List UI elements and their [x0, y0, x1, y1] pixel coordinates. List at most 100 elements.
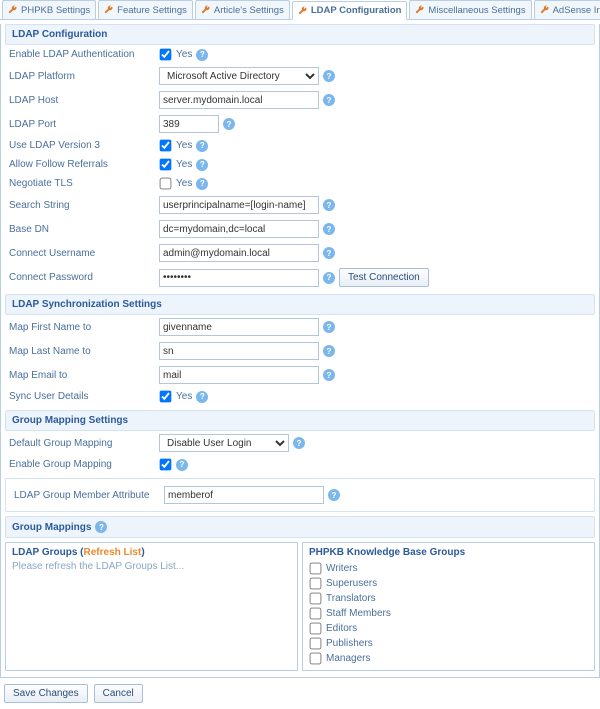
input-map-first[interactable]	[159, 318, 319, 336]
checkbox-v3[interactable]	[160, 140, 172, 152]
panel-ldap: LDAP Configuration Enable LDAP Authentic…	[0, 24, 600, 678]
label-port: LDAP Port	[9, 119, 159, 130]
kb-group-label: Writers	[326, 563, 357, 574]
kb-group-row: Managers	[309, 651, 588, 666]
label-member-attr: LDAP Group Member Attribute	[14, 490, 164, 501]
help-icon[interactable]	[328, 489, 340, 501]
help-icon[interactable]	[95, 521, 107, 533]
kb-group-checkbox[interactable]	[310, 623, 322, 635]
kb-group-row: Staff Members	[309, 606, 588, 621]
kb-group-checkbox[interactable]	[310, 563, 322, 575]
kb-groups-header: PHPKB Knowledge Base Groups	[309, 547, 588, 558]
label-enable-group: Enable Group Mapping	[9, 459, 159, 470]
test-connection-button[interactable]: Test Connection	[339, 268, 429, 287]
help-icon[interactable]	[323, 369, 335, 381]
input-basedn[interactable]	[159, 220, 319, 238]
help-icon[interactable]	[323, 223, 335, 235]
kb-group-label: Translators	[326, 593, 376, 604]
refresh-list-link[interactable]: Refresh List	[84, 547, 142, 558]
kb-groups-box: PHPKB Knowledge Base Groups Writers Super…	[302, 542, 595, 671]
checkbox-enable-group[interactable]	[160, 459, 172, 471]
wrench-icon	[201, 5, 211, 15]
label-map-email: Map Email to	[9, 370, 159, 381]
section-mappings: Group Mappings	[5, 516, 595, 538]
tab-0[interactable]: PHPKB Settings	[2, 0, 96, 19]
label-follow: Allow Follow Referrals	[9, 159, 159, 170]
label-conn-pass: Connect Password	[9, 272, 159, 283]
help-icon[interactable]	[323, 272, 335, 284]
wrench-icon	[8, 5, 18, 15]
label-map-last: Map Last Name to	[9, 346, 159, 357]
section-ldap-config: LDAP Configuration	[5, 24, 595, 45]
kb-group-label: Staff Members	[326, 608, 391, 619]
save-button[interactable]: Save Changes	[4, 684, 88, 703]
kb-group-label: Publishers	[326, 638, 373, 649]
label-default-group: Default Group Mapping	[9, 438, 159, 449]
kb-group-label: Editors	[326, 623, 357, 634]
cancel-button[interactable]: Cancel	[94, 684, 143, 703]
input-map-email[interactable]	[159, 366, 319, 384]
input-map-last[interactable]	[159, 342, 319, 360]
tab-2[interactable]: Article's Settings	[195, 0, 290, 19]
checkbox-follow[interactable]	[160, 159, 172, 171]
kb-group-checkbox[interactable]	[310, 608, 322, 620]
label-v3: Use LDAP Version 3	[9, 140, 159, 151]
section-groupmap: Group Mapping Settings	[5, 410, 595, 431]
kb-group-row: Translators	[309, 591, 588, 606]
help-icon[interactable]	[323, 70, 335, 82]
tab-1[interactable]: Feature Settings	[98, 0, 193, 19]
help-icon[interactable]	[176, 459, 188, 471]
input-conn-pass[interactable]	[159, 269, 319, 287]
kb-group-checkbox[interactable]	[310, 593, 322, 605]
help-icon[interactable]	[323, 321, 335, 333]
kb-group-row: Publishers	[309, 636, 588, 651]
label-basedn: Base DN	[9, 224, 159, 235]
help-icon[interactable]	[223, 118, 235, 130]
input-member-attr[interactable]	[164, 486, 324, 504]
kb-group-row: Writers	[309, 561, 588, 576]
label-host: LDAP Host	[9, 95, 159, 106]
label-enable-auth: Enable LDAP Authentication	[9, 49, 159, 60]
help-icon[interactable]	[323, 247, 335, 259]
tab-4[interactable]: Miscellaneous Settings	[409, 0, 531, 19]
input-port[interactable]	[159, 115, 219, 133]
input-host[interactable]	[159, 91, 319, 109]
help-icon[interactable]	[323, 94, 335, 106]
kb-group-checkbox[interactable]	[310, 653, 322, 665]
help-icon[interactable]	[323, 345, 335, 357]
wrench-icon	[104, 5, 114, 15]
wrench-icon	[298, 6, 308, 16]
help-icon[interactable]	[196, 49, 208, 61]
kb-group-label: Superusers	[326, 578, 377, 589]
kb-group-row: Superusers	[309, 576, 588, 591]
checkbox-sync-details[interactable]	[160, 391, 172, 403]
ldap-groups-placeholder: Please refresh the LDAP Groups List...	[12, 561, 291, 572]
footer: Save Changes Cancel	[0, 678, 600, 709]
help-icon[interactable]	[196, 140, 208, 152]
input-search[interactable]	[159, 196, 319, 214]
tab-3[interactable]: LDAP Configuration	[292, 1, 408, 20]
help-icon[interactable]	[293, 437, 305, 449]
checkbox-enable-auth[interactable]	[160, 49, 172, 61]
label-search: Search String	[9, 200, 159, 211]
input-conn-user[interactable]	[159, 244, 319, 262]
label-map-first: Map First Name to	[9, 322, 159, 333]
help-icon[interactable]	[323, 199, 335, 211]
select-platform[interactable]: Microsoft Active Directory	[159, 67, 319, 85]
kb-group-checkbox[interactable]	[310, 578, 322, 590]
section-sync: LDAP Synchronization Settings	[5, 294, 595, 315]
label-sync-details: Sync User Details	[9, 391, 159, 402]
text-yes: Yes	[176, 49, 192, 60]
label-platform: LDAP Platform	[9, 71, 159, 82]
checkbox-tls[interactable]	[160, 178, 172, 190]
select-default-group[interactable]: Disable User Login	[159, 434, 289, 452]
tab-bar: PHPKB SettingsFeature SettingsArticle's …	[0, 0, 600, 20]
kb-group-checkbox[interactable]	[310, 638, 322, 650]
help-icon[interactable]	[196, 159, 208, 171]
tab-5[interactable]: AdSense Integration	[534, 0, 600, 19]
ldap-groups-header: LDAP Groups	[12, 547, 77, 558]
help-icon[interactable]	[196, 178, 208, 190]
label-tls: Negotiate TLS	[9, 178, 159, 189]
help-icon[interactable]	[196, 391, 208, 403]
ldap-groups-box: LDAP Groups (Refresh List) Please refres…	[5, 542, 298, 671]
